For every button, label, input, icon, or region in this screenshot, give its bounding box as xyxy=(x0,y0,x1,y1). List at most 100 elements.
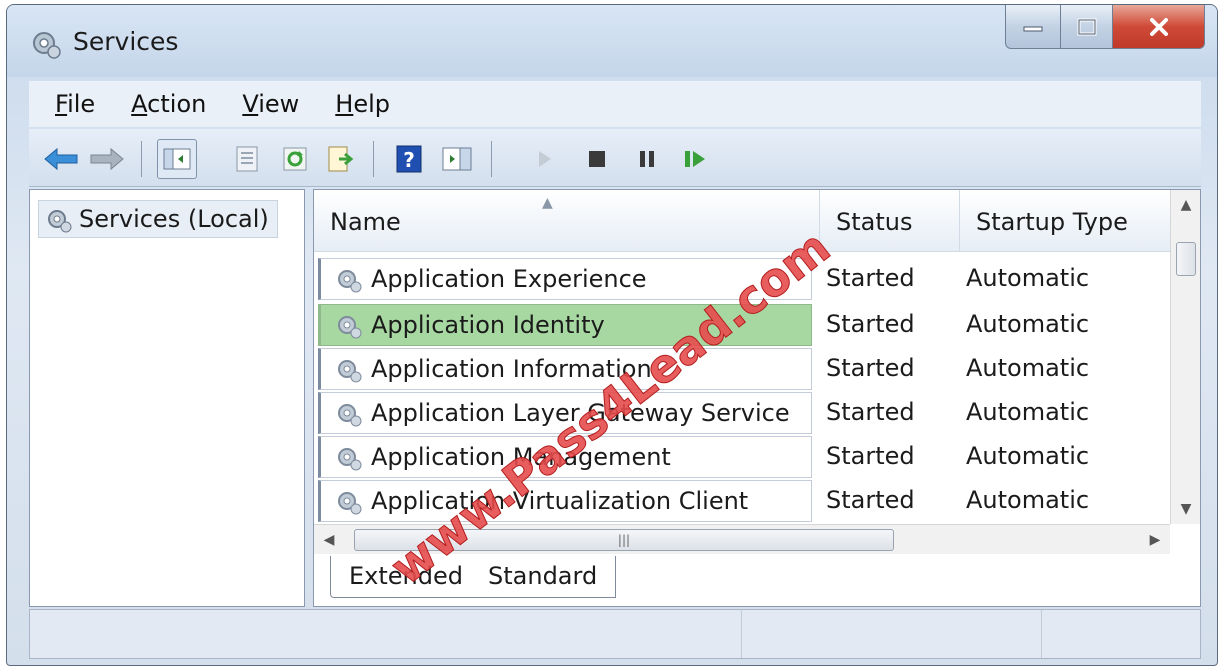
services-gear-icon xyxy=(48,210,72,233)
service-name: Application Virtualization Client xyxy=(371,487,749,515)
status-bar xyxy=(29,609,1201,659)
start-service-icon xyxy=(539,151,551,167)
scroll-right-icon[interactable]: ▶ xyxy=(1140,525,1170,555)
properties-icon xyxy=(236,146,258,172)
restart-service-icon xyxy=(685,151,705,167)
title-bar[interactable]: Services xyxy=(7,5,1217,77)
column-header-startup-label: Startup Type xyxy=(976,208,1128,236)
show-action-pane-icon xyxy=(442,147,472,171)
stop-service-button[interactable] xyxy=(577,139,617,179)
help-icon: ? xyxy=(396,145,422,173)
vertical-scrollbar[interactable]: ▲ ▼ xyxy=(1170,190,1200,524)
service-gear-icon xyxy=(338,316,362,339)
svg-text:?: ? xyxy=(403,148,415,172)
table-row[interactable]: Application Virtualization Client Starte… xyxy=(318,480,1192,522)
service-name: Application Experience xyxy=(371,265,647,293)
tab-extended[interactable]: Extended xyxy=(330,556,482,598)
scroll-down-icon[interactable]: ▼ xyxy=(1171,494,1201,524)
service-name-cell: Application Virtualization Client xyxy=(318,480,812,522)
service-name-cell: Application Information xyxy=(318,348,812,390)
main-content: Services (Local) Name ▲ Status Startup T… xyxy=(29,189,1201,607)
table-row[interactable]: Application Layer Gateway Service Starte… xyxy=(318,392,1192,434)
service-status: Started xyxy=(826,354,915,382)
help-button[interactable]: ? xyxy=(389,139,429,179)
status-bar-segment xyxy=(742,610,1042,658)
menu-view[interactable]: View xyxy=(242,90,299,118)
minimize-icon xyxy=(1023,26,1043,31)
export-list-button[interactable] xyxy=(321,139,361,179)
service-status: Started xyxy=(826,264,915,292)
show-action-pane-button[interactable] xyxy=(437,139,477,179)
service-gear-icon xyxy=(338,448,362,471)
forward-arrow-icon xyxy=(90,147,124,171)
service-startup-type: Automatic xyxy=(966,264,1090,292)
service-startup-type: Automatic xyxy=(966,442,1090,470)
service-startup-type: Automatic xyxy=(966,354,1090,382)
menu-file-mnemonic: F xyxy=(55,90,68,118)
maximize-icon xyxy=(1077,18,1096,35)
service-name-cell: Application Management xyxy=(318,436,812,478)
service-name: Application Identity xyxy=(371,311,605,339)
service-gear-icon xyxy=(338,492,362,515)
tab-standard-label: Standard xyxy=(488,562,598,590)
menu-help-mnemonic: H xyxy=(335,90,354,118)
column-header-status[interactable]: Status xyxy=(820,190,960,252)
service-status: Started xyxy=(826,398,915,426)
tab-standard[interactable]: Standard xyxy=(470,556,617,598)
services-list: Name ▲ Status Startup Type Application E… xyxy=(313,189,1201,607)
export-list-icon xyxy=(328,146,354,172)
properties-button[interactable] xyxy=(227,139,267,179)
service-gear-icon xyxy=(338,404,362,427)
column-header-name[interactable]: Name ▲ xyxy=(314,190,820,252)
service-status: Started xyxy=(826,486,915,514)
menu-bar: File Action View Help xyxy=(29,81,1201,127)
table-row[interactable]: Application Experience Started Automatic xyxy=(318,258,1192,300)
table-row-selected[interactable]: Application Identity Started Automatic xyxy=(318,304,1192,346)
tree-item-services-local[interactable]: Services (Local) xyxy=(38,200,278,238)
view-tabs: Extended Standard xyxy=(314,556,1200,606)
scroll-up-icon[interactable]: ▲ xyxy=(1171,190,1201,220)
menu-help[interactable]: Help xyxy=(335,90,390,118)
column-header-startup-type[interactable]: Startup Type xyxy=(960,190,1172,252)
tab-extended-label: Extended xyxy=(349,562,463,590)
stop-service-icon xyxy=(589,151,605,167)
back-button[interactable] xyxy=(41,139,81,179)
service-name-cell: Application Layer Gateway Service xyxy=(318,392,812,434)
pause-service-icon xyxy=(640,151,654,167)
horizontal-scrollbar[interactable]: ◀ ||| ▶ xyxy=(314,524,1170,554)
service-status: Started xyxy=(826,310,915,338)
minimize-button[interactable] xyxy=(1005,5,1061,49)
service-name: Application Information xyxy=(371,355,652,383)
menu-action[interactable]: Action xyxy=(131,90,206,118)
back-arrow-icon xyxy=(44,147,78,171)
column-header-name-label: Name xyxy=(330,208,401,236)
restart-service-button[interactable] xyxy=(675,139,715,179)
service-startup-type: Automatic xyxy=(966,398,1090,426)
menu-file[interactable]: File xyxy=(55,90,95,118)
show-hide-console-tree-icon xyxy=(163,148,191,170)
window-title: Services xyxy=(73,27,179,56)
service-status: Started xyxy=(826,442,915,470)
tree-item-label: Services (Local) xyxy=(79,205,269,233)
pause-service-button[interactable] xyxy=(627,139,667,179)
window-controls xyxy=(1005,5,1205,49)
close-button[interactable] xyxy=(1113,5,1205,49)
table-row[interactable]: Application Information Started Automati… xyxy=(318,348,1192,390)
refresh-button[interactable] xyxy=(275,139,315,179)
maximize-button[interactable] xyxy=(1061,5,1113,49)
service-name-cell: Application Experience xyxy=(318,258,812,300)
horizontal-scroll-thumb[interactable]: ||| xyxy=(354,529,894,551)
show-hide-console-tree-button[interactable] xyxy=(157,139,197,179)
toolbar: ? xyxy=(29,129,1201,187)
start-service-button[interactable] xyxy=(525,139,565,179)
menu-file-label: ile xyxy=(67,90,96,118)
forward-button[interactable] xyxy=(87,139,127,179)
table-row[interactable]: Application Management Started Automatic xyxy=(318,436,1192,478)
menu-view-mnemonic: V xyxy=(242,90,259,118)
scroll-left-icon[interactable]: ◀ xyxy=(314,525,344,555)
menu-action-label: ction xyxy=(147,90,207,118)
console-tree: Services (Local) xyxy=(29,189,305,607)
vertical-scroll-thumb[interactable] xyxy=(1176,242,1196,276)
sort-ascending-icon: ▲ xyxy=(542,195,553,211)
refresh-icon xyxy=(283,147,307,171)
